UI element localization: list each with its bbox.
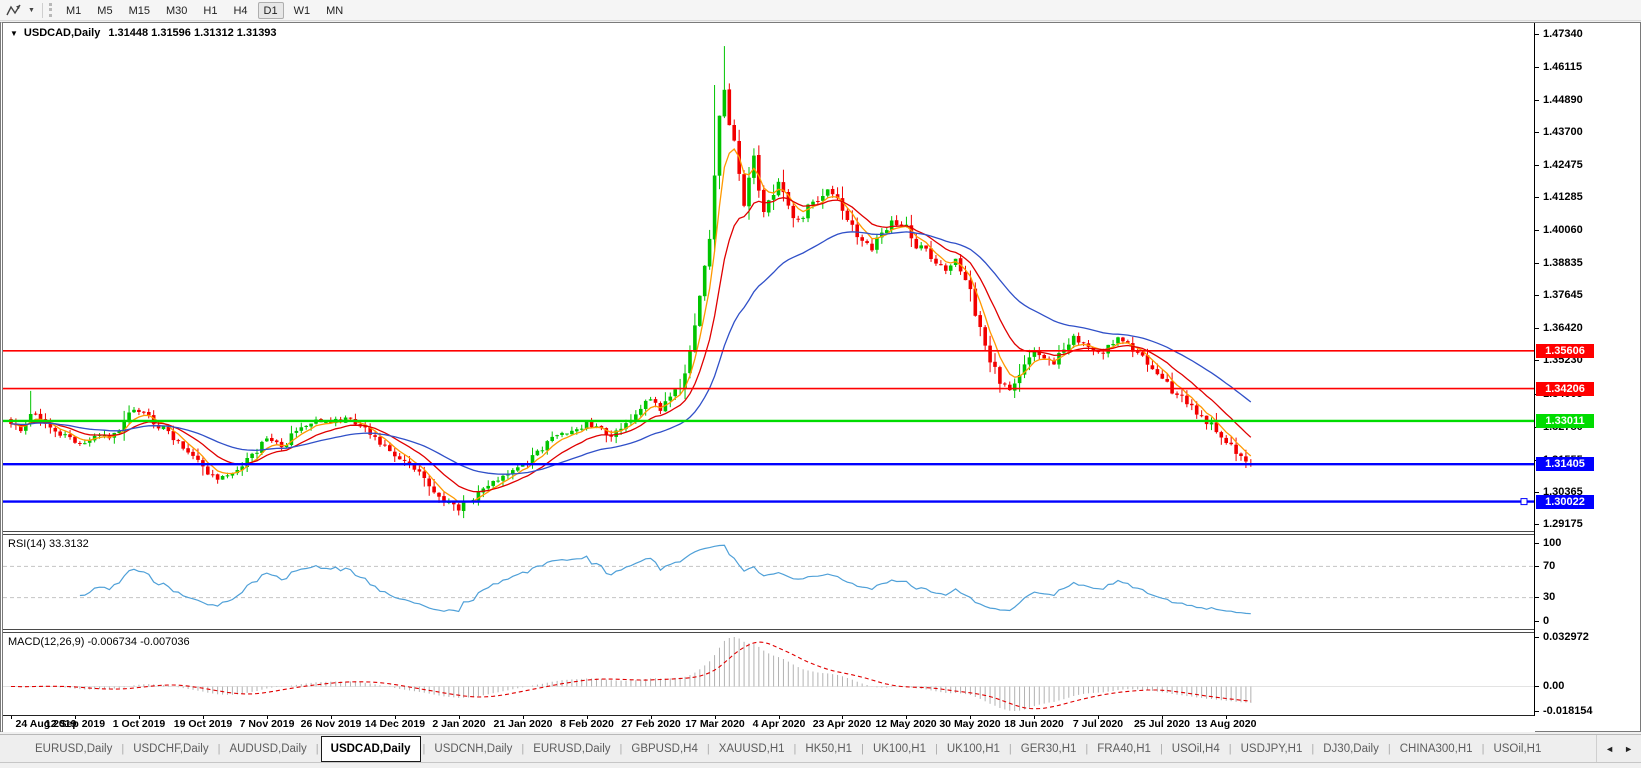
macd-plot[interactable] bbox=[3, 633, 1535, 715]
chart-tab-dj30-daily[interactable]: DJ30,Daily bbox=[1314, 735, 1388, 762]
top-toolbar: ▼ M1M5 M15M30H1H4 D1W1MN bbox=[0, 0, 1641, 21]
macd-signal-line bbox=[11, 642, 1251, 709]
price-tick-label: 1.29175 bbox=[1535, 518, 1583, 531]
rsi-panel[interactable]: RSI(14) 33.3132 bbox=[3, 534, 1535, 630]
chart-tab-usoil-h1[interactable]: USOil,H1 bbox=[1484, 735, 1550, 762]
candlestick-plot[interactable] bbox=[3, 23, 1535, 531]
toolbar-grip bbox=[49, 3, 53, 17]
price-tick-label: 1.47340 bbox=[1535, 28, 1583, 41]
chart-tab-eurusd-daily[interactable]: EURUSD,Daily bbox=[524, 735, 619, 762]
status-strip bbox=[0, 762, 1641, 768]
time-axis[interactable]: 24 Aug 201912 Sep 20191 Oct 201919 Oct 2… bbox=[3, 716, 1535, 732]
chart-tab-usdcnh-daily[interactable]: USDCNH,Daily bbox=[425, 735, 521, 762]
chart-tab-ger30-h1[interactable]: GER30,H1 bbox=[1012, 735, 1086, 762]
date-tick-label: 13 Aug 2020 bbox=[1184, 718, 1268, 730]
price-tick-label: 1.46115 bbox=[1535, 61, 1582, 74]
chart-tab-bar: EURUSD,Daily|USDCHF,Daily|AUDUSD,Daily|U… bbox=[0, 734, 1641, 762]
chart-tab-usdchf-daily[interactable]: USDCHF,Daily bbox=[124, 735, 217, 762]
tab-scroll-controls: ◄ ► bbox=[1596, 735, 1641, 762]
slow-ma-line bbox=[11, 232, 1251, 474]
fast-ma-line bbox=[11, 149, 1251, 502]
tab-scroll-left-icon[interactable]: ◄ bbox=[1605, 744, 1614, 754]
chart-tab-usdjpy-h1[interactable]: USDJPY,H1 bbox=[1232, 735, 1312, 762]
price-tick-label: 1.41285 bbox=[1535, 191, 1583, 204]
rsi-axis-label: 100 bbox=[1535, 537, 1561, 550]
chart-tab-audusd-daily[interactable]: AUDUSD,Daily bbox=[220, 735, 315, 762]
chart-tabs: EURUSD,Daily|USDCHF,Daily|AUDUSD,Daily|U… bbox=[26, 735, 1550, 762]
timeframe-button-m1[interactable]: M1 bbox=[60, 2, 87, 19]
mid-ma-line bbox=[11, 198, 1251, 492]
chart-ohlc-values: 1.31448 1.31596 1.31312 1.31393 bbox=[108, 27, 276, 39]
timeframe-button-m5[interactable]: M5 bbox=[91, 2, 118, 19]
macd-panel[interactable]: MACD(12,26,9) -0.006734 -0.007036 bbox=[3, 632, 1535, 716]
timeframe-button-h1[interactable]: H1 bbox=[197, 2, 223, 19]
price-tick-label: 1.36420 bbox=[1535, 322, 1583, 335]
line-studies-icon[interactable] bbox=[3, 2, 25, 19]
horizontal-line-price-label[interactable]: 1.33011 bbox=[1536, 414, 1594, 428]
line-handle[interactable] bbox=[1521, 499, 1527, 505]
macd-axis-label: -0.018154 bbox=[1535, 705, 1593, 718]
chart-tab-usoil-h4[interactable]: USOil,H4 bbox=[1163, 735, 1229, 762]
rsi-axis-label: 70 bbox=[1535, 560, 1555, 573]
chart-tab-uk100-h1[interactable]: UK100,H1 bbox=[864, 735, 935, 762]
toolbar-separator bbox=[42, 3, 43, 18]
chart-title: ▼ USDCAD,Daily 1.31448 1.31596 1.31312 1.3… bbox=[10, 27, 277, 39]
rsi-plot[interactable] bbox=[3, 535, 1535, 629]
chart-tab-china300-h1[interactable]: CHINA300,H1 bbox=[1391, 735, 1482, 762]
horizontal-line-price-label[interactable]: 1.31405 bbox=[1536, 457, 1594, 471]
chart-tab-uk100-h1[interactable]: UK100,H1 bbox=[938, 735, 1009, 762]
rsi-label: RSI(14) 33.3132 bbox=[8, 538, 89, 550]
macd-label: MACD(12,26,9) -0.006734 -0.007036 bbox=[8, 636, 190, 648]
price-tick-label: 1.44890 bbox=[1535, 94, 1583, 107]
timeframe-buttons: M1M5 M15M30H1H4 D1W1MN bbox=[58, 2, 351, 19]
chart-tab-xauusd-h1[interactable]: XAUUSD,H1 bbox=[710, 735, 794, 762]
timeframe-button-mn[interactable]: MN bbox=[320, 2, 349, 19]
macd-axis-label: 0.00 bbox=[1535, 680, 1564, 693]
rsi-axis-label: 0 bbox=[1535, 615, 1549, 628]
price-tick-label: 1.40060 bbox=[1535, 224, 1583, 237]
timeframe-button-m15[interactable]: M15 bbox=[123, 2, 156, 19]
horizontal-line-price-label[interactable]: 1.34206 bbox=[1536, 382, 1594, 396]
timeframe-button-d1[interactable]: D1 bbox=[258, 2, 284, 19]
horizontal-line-price-label[interactable]: 1.35606 bbox=[1536, 344, 1594, 358]
timeframe-button-w1[interactable]: W1 bbox=[288, 2, 317, 19]
rsi-line bbox=[80, 545, 1251, 613]
price-tick-label: 1.37645 bbox=[1535, 289, 1583, 302]
tab-scroll-right-icon[interactable]: ► bbox=[1624, 744, 1633, 754]
rsi-axis-label: 30 bbox=[1535, 591, 1555, 604]
price-tick-label: 1.43700 bbox=[1535, 126, 1583, 139]
tab-separator: | bbox=[316, 735, 319, 762]
timeframe-button-h4[interactable]: H4 bbox=[227, 2, 253, 19]
chart-tab-fra40-h1[interactable]: FRA40,H1 bbox=[1088, 735, 1160, 762]
price-axis[interactable]: 1.35606 1.34206 1.33011 1.31405 1.30022 1.473… bbox=[1534, 23, 1640, 716]
chart-window: ▼ USDCAD,Daily 1.31448 1.31596 1.31312 1.3… bbox=[0, 22, 1641, 732]
price-tick-label: 1.42475 bbox=[1535, 159, 1583, 172]
candlestick-panel[interactable] bbox=[3, 23, 1535, 532]
chart-tab-hk50-h1[interactable]: HK50,H1 bbox=[796, 735, 861, 762]
chart-symbol-period: USDCAD,Daily bbox=[24, 27, 100, 39]
chart-title-caret-icon[interactable]: ▼ bbox=[10, 29, 18, 38]
horizontal-line-price-label[interactable]: 1.30022 bbox=[1536, 495, 1594, 509]
price-tick-label: 1.38835 bbox=[1535, 257, 1583, 270]
chart-tab-usdcad-daily[interactable]: USDCAD,Daily bbox=[321, 736, 421, 762]
timeframe-button-m30[interactable]: M30 bbox=[160, 2, 193, 19]
line-studies-dropdown-caret-icon[interactable]: ▼ bbox=[25, 7, 38, 14]
macd-axis-label: 0.032972 bbox=[1535, 631, 1589, 644]
chart-tab-eurusd-daily[interactable]: EURUSD,Daily bbox=[26, 735, 121, 762]
chart-tab-gbpusd-h4[interactable]: GBPUSD,H4 bbox=[622, 735, 706, 762]
